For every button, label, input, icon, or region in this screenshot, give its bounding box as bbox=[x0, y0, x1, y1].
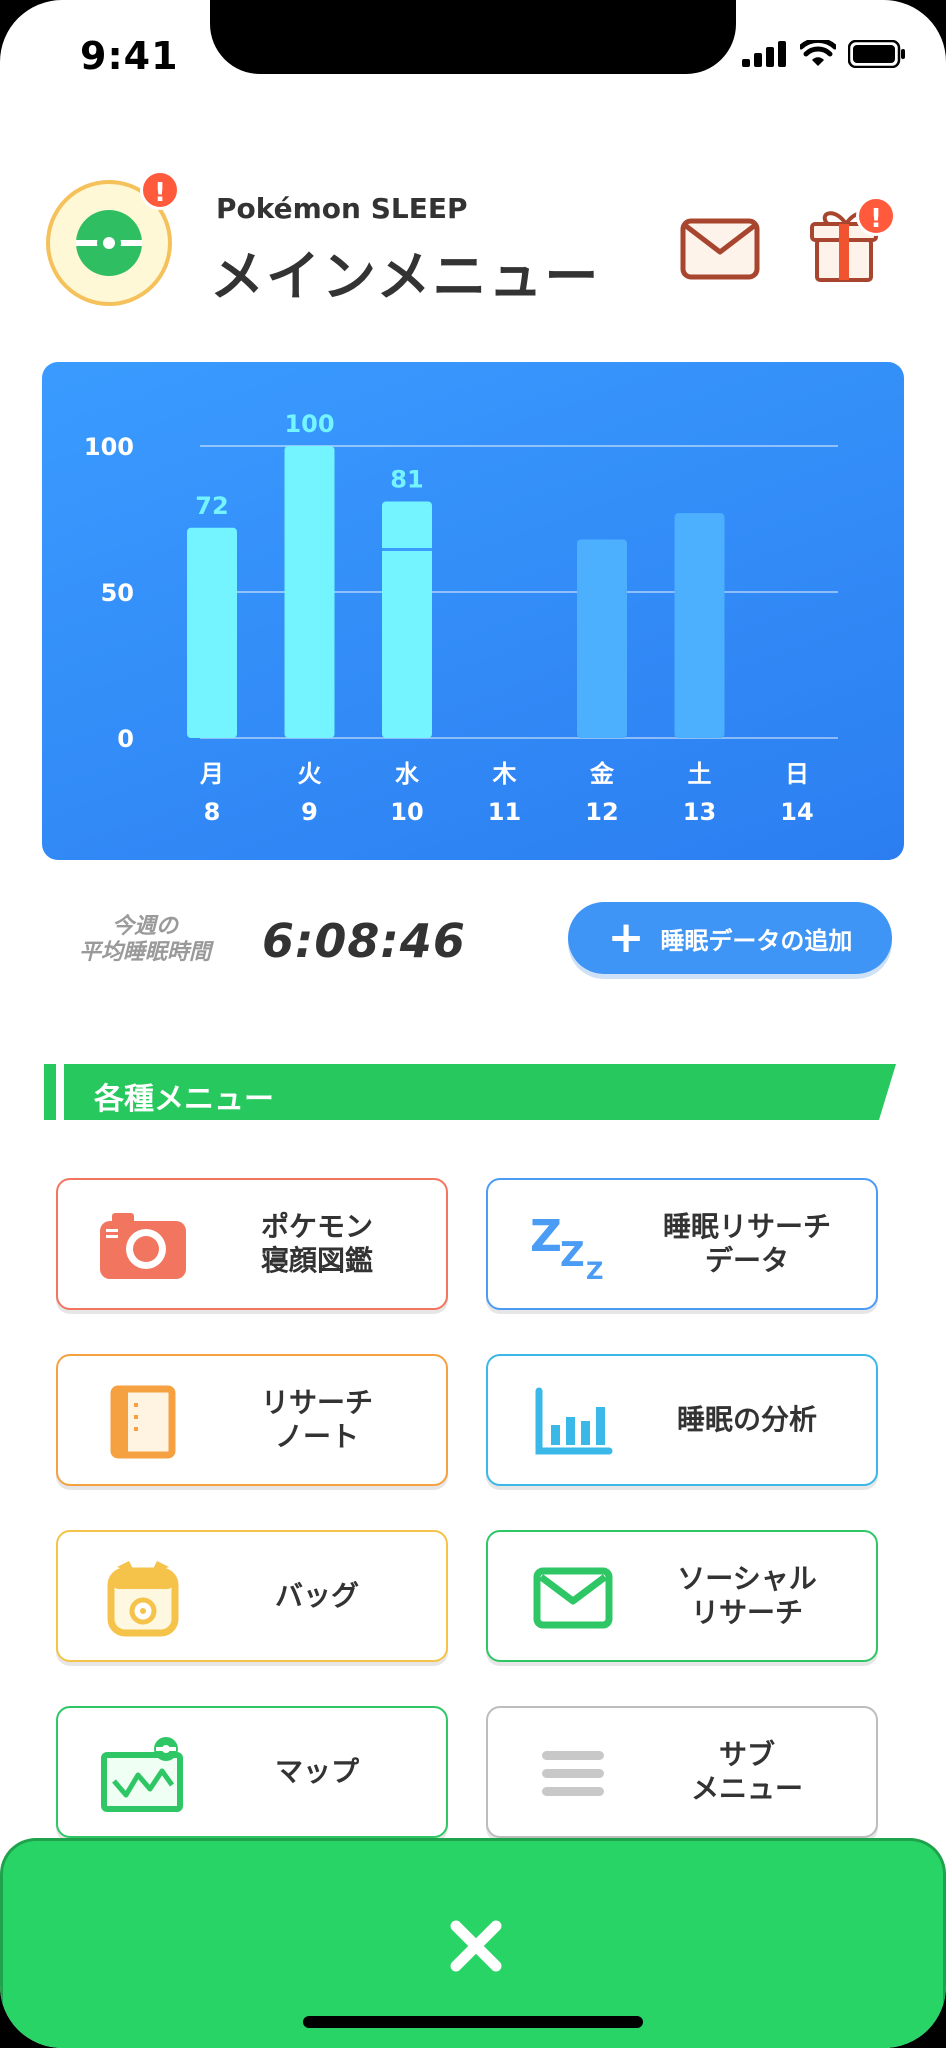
bar-data-label: 81 bbox=[390, 465, 423, 493]
menu-item-label: ソーシャル リサーチ bbox=[677, 1562, 817, 1629]
y-tick-label: 100 bbox=[84, 433, 134, 461]
bar bbox=[382, 501, 432, 738]
hamburger-icon bbox=[528, 1734, 618, 1814]
add-sleep-data-button[interactable]: + 睡眠データの追加 bbox=[568, 902, 892, 974]
notebook-icon bbox=[98, 1382, 188, 1462]
screen: 9:41 ! Pokémon SLEEP メインメニュー ! 0 50 100 … bbox=[0, 0, 946, 2048]
svg-text:Z: Z bbox=[530, 1211, 562, 1262]
menu-section-title: 各種メニュー bbox=[94, 1082, 274, 1117]
bar bbox=[674, 513, 725, 738]
battery-icon bbox=[848, 40, 905, 68]
x-tick-label-day: 金 bbox=[589, 760, 615, 788]
mail-button[interactable] bbox=[680, 218, 760, 280]
bar bbox=[187, 527, 237, 738]
weekly-summary: 今週の 平均睡眠時間 6:08:46 + 睡眠データの追加 bbox=[0, 900, 946, 980]
menu-item-label: リサーチ ノート bbox=[260, 1386, 373, 1453]
sleep-score-chart: 0 50 100 72 月 8 100 火 9 81 水 10 木 11 金 12 土 13 日 14 bbox=[42, 362, 904, 860]
average-sleep-label-line2: 平均睡眠時間 bbox=[78, 940, 211, 965]
menu-item-research-notes[interactable]: リサーチ ノート bbox=[56, 1354, 448, 1486]
bar-data-label: 72 bbox=[195, 492, 228, 520]
menu-item-sleep-research-data[interactable]: Z Z Z 睡眠リサーチ データ bbox=[486, 1178, 878, 1310]
signal-icon bbox=[742, 41, 786, 67]
page-title: メインメニュー bbox=[210, 245, 601, 308]
average-sleep-time: 6:08:46 bbox=[262, 914, 466, 968]
x-tick-label-day: 土 bbox=[688, 760, 712, 788]
y-tick-label: 50 bbox=[101, 579, 134, 607]
camera-icon bbox=[98, 1206, 188, 1286]
menu-item-map[interactable]: マップ bbox=[56, 1706, 448, 1838]
wifi-icon bbox=[800, 40, 836, 66]
bar-data-label: 100 bbox=[284, 410, 334, 438]
gift-notification-badge: ! bbox=[856, 196, 896, 236]
menu-item-label: ポケモン 寝顔図鑑 bbox=[260, 1210, 373, 1277]
svg-text:Z: Z bbox=[560, 1235, 585, 1275]
header: ! Pokémon SLEEP メインメニュー ! bbox=[0, 170, 946, 320]
x-tick-label-day: 月 bbox=[199, 760, 224, 788]
envelope-icon bbox=[680, 218, 760, 280]
svg-text:Z: Z bbox=[586, 1257, 603, 1281]
menu-item-pokemon-sleep-style-dex[interactable]: ポケモン 寝顔図鑑 bbox=[56, 1178, 448, 1310]
x-tick-label-date: 9 bbox=[301, 798, 318, 826]
notch bbox=[210, 0, 736, 74]
menu-item-label: 睡眠の分析 bbox=[676, 1403, 817, 1436]
plus-icon: + bbox=[607, 912, 645, 963]
section-stripe bbox=[56, 1064, 64, 1120]
mail-icon bbox=[528, 1558, 618, 1638]
status-time: 9:41 bbox=[80, 34, 179, 78]
x-tick-label-day: 木 bbox=[492, 760, 518, 788]
x-tick-label-date: 14 bbox=[780, 798, 813, 826]
menu-item-social-research[interactable]: ソーシャル リサーチ bbox=[486, 1530, 878, 1662]
pokeball-center bbox=[97, 231, 121, 255]
menu-item-label: サブ メニュー bbox=[690, 1738, 803, 1805]
bag-icon bbox=[98, 1558, 188, 1638]
add-sleep-data-label: 睡眠データの追加 bbox=[660, 926, 853, 955]
menu-section-header: 各種メニュー bbox=[44, 1064, 896, 1120]
menu-item-label: 睡眠リサーチ データ bbox=[662, 1210, 831, 1277]
bar bbox=[284, 446, 335, 738]
bar bbox=[577, 539, 627, 738]
x-tick-label-day: 日 bbox=[785, 760, 809, 788]
status-icons bbox=[742, 40, 906, 68]
average-sleep-label: 今週の 平均睡眠時間 bbox=[60, 914, 230, 966]
menu-item-sleep-analysis[interactable]: 睡眠の分析 bbox=[486, 1354, 878, 1486]
home-indicator bbox=[303, 2016, 643, 2028]
y-tick-label: 0 bbox=[117, 725, 134, 753]
x-tick-label-date: 11 bbox=[488, 798, 521, 826]
app-subtitle: Pokémon SLEEP bbox=[216, 192, 468, 225]
x-tick-label-date: 12 bbox=[585, 798, 618, 826]
x-tick-label-day: 水 bbox=[395, 760, 420, 788]
menu-item-label: バッグ bbox=[274, 1579, 359, 1612]
menu-item-label: マップ bbox=[274, 1755, 359, 1788]
x-tick-label-day: 火 bbox=[298, 760, 322, 788]
menu-item-sub-menu[interactable]: サブ メニュー bbox=[486, 1706, 878, 1838]
x-tick-label-date: 13 bbox=[683, 798, 716, 826]
zzz-icon: Z Z Z bbox=[528, 1206, 618, 1286]
x-tick-label-date: 10 bbox=[390, 798, 423, 826]
chart-svg: 0 50 100 72 月 8 100 火 9 81 水 10 木 11 金 12 土 13 日 14 bbox=[84, 410, 838, 826]
x-tick-label-date: 8 bbox=[204, 798, 221, 826]
average-sleep-label-line1: 今週の bbox=[111, 914, 178, 939]
avatar-notification-badge: ! bbox=[140, 170, 180, 210]
menu-item-bag[interactable]: バッグ bbox=[56, 1530, 448, 1662]
map-icon bbox=[98, 1734, 188, 1814]
close-icon bbox=[450, 1920, 502, 1972]
close-menu-button[interactable] bbox=[431, 1901, 521, 1991]
bar-chart-icon bbox=[528, 1382, 618, 1462]
